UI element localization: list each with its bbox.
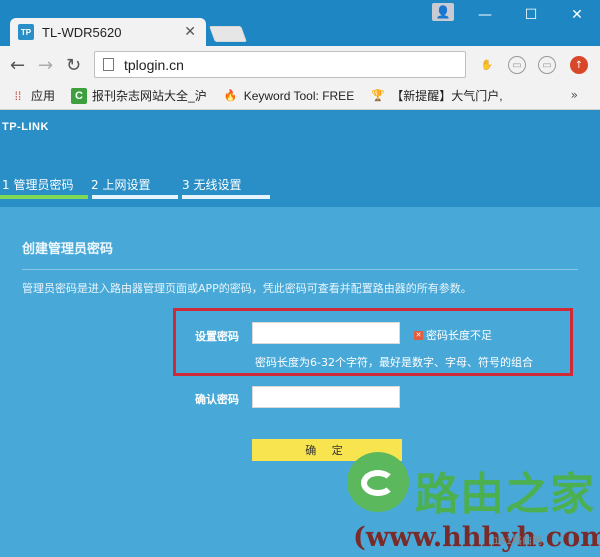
confirm-password-input[interactable] — [252, 386, 400, 408]
bookmark-keyword-tool[interactable]: 🔥 Keyword Tool: FREE — [223, 88, 355, 104]
user-profile-icon[interactable]: 👤 — [432, 3, 454, 21]
apps-icon: ⁞⁞ — [14, 88, 22, 103]
extension-grid-icon[interactable]: ▭ — [538, 56, 556, 74]
panel-title: 创建管理员密码 — [22, 242, 114, 257]
bookmark-label: 应用 — [31, 89, 56, 103]
bookmark-label: 报刊杂志网站大全_沪 — [92, 89, 207, 103]
step-wireless-settings[interactable]: 3 无线设置 — [182, 176, 241, 193]
browser-titlebar: TP TL-WDR5620 ✕ 👤 — ☐ ✕ — [0, 0, 600, 46]
setup-steps: 1 管理员密码 2 上网设置 3 无线设置 — [0, 176, 300, 200]
watermark-url: (www.hhhyh.com — [353, 522, 600, 553]
more-bookmarks-icon[interactable]: » — [571, 88, 578, 102]
panel-description: 管理员密码是进入路由器管理页面或APP的密码，凭此密码可查看并配置路由器的所有参… — [22, 282, 472, 295]
extension-upload-icon[interactable]: ↑ — [570, 56, 588, 74]
bookmark-label: 【新提醒】大气门户, — [391, 89, 503, 103]
router-home-logo-icon — [347, 452, 409, 512]
close-window-icon[interactable]: ✕ — [554, 0, 600, 30]
url-text: tplogin.cn — [124, 56, 184, 73]
step-internet-settings[interactable]: 2 上网设置 — [91, 176, 150, 193]
bookmark-newspapers[interactable]: C 报刊杂志网站大全_沪 — [71, 87, 207, 104]
tp-link-favicon-icon: TP — [18, 24, 34, 40]
watermark-brand: 路由之家 — [415, 469, 595, 520]
browser-tab[interactable]: TP TL-WDR5620 ✕ — [10, 18, 206, 46]
bookmark-label: Keyword Tool: FREE — [243, 88, 355, 103]
extension-hand-icon[interactable]: ✋ — [478, 56, 496, 74]
close-tab-icon[interactable]: ✕ — [184, 24, 196, 40]
address-bar[interactable]: tplogin.cn — [94, 51, 466, 78]
forward-arrow-icon[interactable]: → — [38, 55, 53, 76]
new-tab-button[interactable] — [209, 26, 247, 42]
divider — [22, 269, 578, 270]
minimize-icon[interactable]: — — [462, 0, 508, 30]
tab-title: TL-WDR5620 — [42, 24, 122, 40]
red-highlight-box — [173, 308, 573, 376]
bookmarks-bar: ⁞⁞ 应用 C 报刊杂志网站大全_沪 🔥 Keyword Tool: FREE … — [0, 82, 600, 110]
step-admin-password[interactable]: 1 管理员密码 — [2, 176, 73, 193]
window-controls: — ☐ ✕ — [462, 0, 600, 30]
confirm-password-label: 确认密码 — [195, 393, 239, 406]
bookmark-apps[interactable]: ⁞⁞ 应用 — [10, 87, 55, 104]
keyword-tool-icon: 🔥 — [223, 90, 238, 102]
c-logo-icon: C — [71, 87, 88, 104]
page-icon — [103, 58, 114, 71]
back-arrow-icon[interactable]: ← — [10, 55, 25, 76]
step-bar-active — [0, 195, 88, 199]
browser-toolbar: ← → ↻ tplogin.cn ✋ ▭ ▭ ↑ — [0, 46, 600, 82]
bookmark-portal[interactable]: 🏆 【新提醒】大气门户, — [370, 87, 502, 104]
watermark-sub: 191路由网 — [493, 536, 543, 547]
step-bar — [92, 195, 178, 199]
step-bar — [182, 195, 270, 199]
watermark: 路由之家 (www.hhhyh.com 191路由网 — [347, 452, 600, 557]
maximize-icon[interactable]: ☐ — [508, 0, 554, 30]
reload-icon[interactable]: ↻ — [66, 55, 81, 76]
trophy-icon: 🏆 — [371, 90, 386, 102]
extension-toolbox-icon[interactable]: ▭ — [508, 56, 526, 74]
tp-link-logo: TP-LINK — [2, 121, 49, 133]
